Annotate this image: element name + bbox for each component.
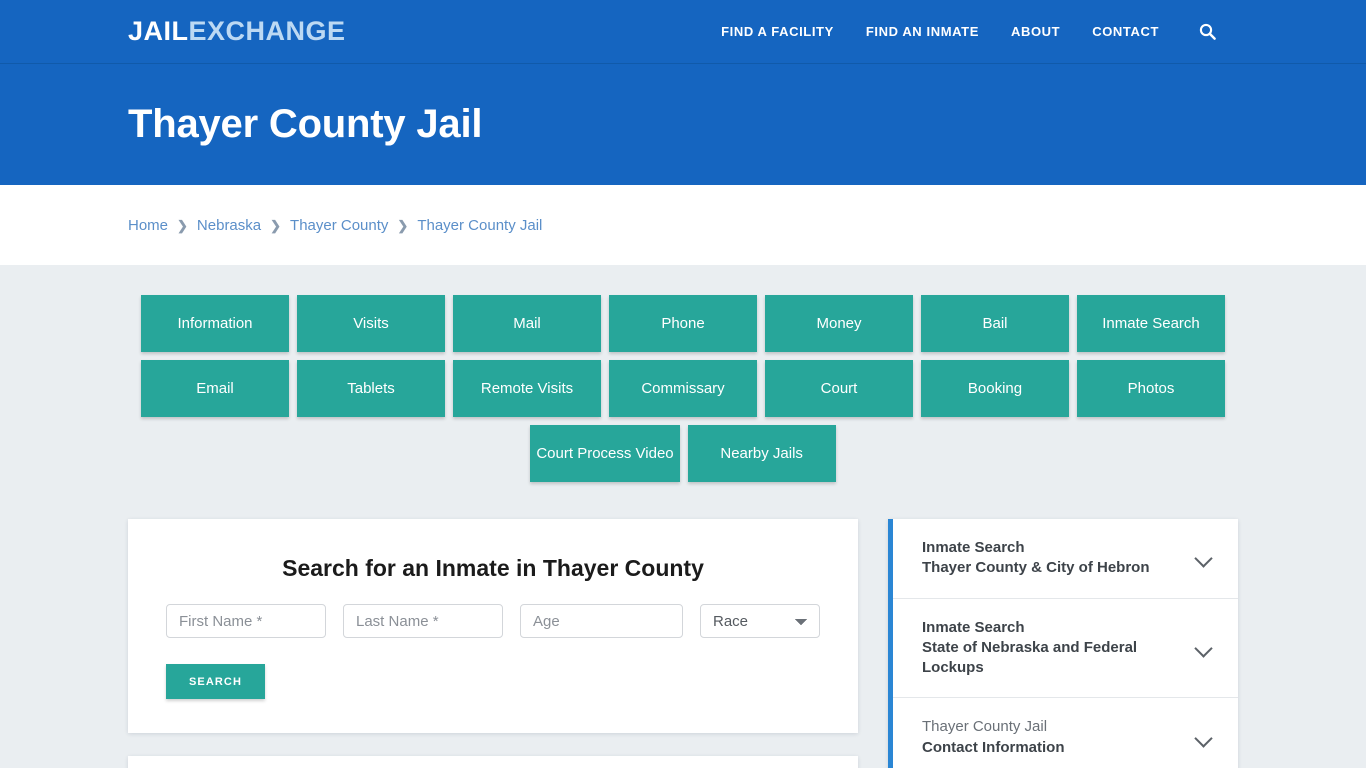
breadcrumb-separator-icon: ❯ [397,217,409,233]
accordion-item-inmate-search-county[interactable]: Inmate Search Thayer County & City of He… [893,519,1238,599]
breadcrumb-item-thayer-county-jail[interactable]: Thayer County Jail [417,217,542,234]
last-name-input[interactable] [343,604,503,638]
page-title: Thayer County Jail [128,102,483,146]
chevron-down-icon [1194,732,1214,744]
nav-item-about[interactable]: ABOUT [1011,24,1060,39]
tile-photos[interactable]: Photos [1077,360,1225,417]
main-content: Information Visits Mail Phone Money Bail… [0,265,1366,768]
tile-commissary[interactable]: Commissary [609,360,757,417]
nav-item-find-a-facility[interactable]: FIND A FACILITY [721,24,834,39]
accordion-item-contact-information[interactable]: Thayer County Jail Contact Information [893,698,1238,768]
tile-mail[interactable]: Mail [453,295,601,352]
tile-nearby-jails[interactable]: Nearby Jails [687,425,836,482]
facility-topic-tiles: Information Visits Mail Phone Money Bail… [128,265,1238,482]
header-search-button[interactable] [1199,23,1216,40]
age-input[interactable] [520,604,683,638]
main-column: Search for an Inmate in Thayer County Ra… [128,519,858,768]
content-columns: Search for an Inmate in Thayer County Ra… [128,519,1238,768]
accordion-item-text: Inmate Search Thayer County & City of He… [922,538,1150,579]
accordion-item-line1: Thayer County Jail [922,718,1048,736]
accordion-item-text: Thayer County Jail Contact Information [922,717,1065,758]
nav-item-find-an-inmate[interactable]: FIND AN INMATE [866,24,979,39]
tile-court-process-video[interactable]: Court Process Video [530,425,680,482]
tile-remote-visits[interactable]: Remote Visits [453,360,601,417]
logo-text-primary: JAIL [128,16,189,46]
accordion-item-line1: Inmate Search [922,618,1025,636]
breadcrumb-item-nebraska[interactable]: Nebraska [197,217,261,234]
tile-booking[interactable]: Booking [921,360,1069,417]
inmate-search-title: Search for an Inmate in Thayer County [282,555,704,581]
tile-inmate-search[interactable]: Inmate Search [1077,295,1225,352]
breadcrumb-separator-icon: ❯ [270,217,282,233]
search-icon [1199,23,1216,40]
accordion-item-line2: State of Nebraska and Federal Lockups [922,638,1138,676]
accordion-item-line2: Thayer County & City of Hebron [922,559,1150,577]
first-name-input[interactable] [166,604,326,638]
sidebar-accordion: Inmate Search Thayer County & City of He… [888,519,1238,768]
tile-phone[interactable]: Phone [609,295,757,352]
tile-money[interactable]: Money [765,295,913,352]
inmate-search-card: Search for an Inmate in Thayer County Ra… [128,519,858,733]
tile-email[interactable]: Email [141,360,289,417]
chevron-down-icon [1194,642,1214,654]
site-header: JAILEXCHANGE FIND A FACILITY FIND AN INM… [0,0,1366,64]
inmate-search-submit-button[interactable]: SEARCH [166,664,265,699]
accordion-item-inmate-search-state[interactable]: Inmate Search State of Nebraska and Fede… [893,599,1238,699]
tile-bail[interactable]: Bail [921,295,1069,352]
logo-text-secondary: EXCHANGE [188,16,346,46]
tile-court[interactable]: Court [765,360,913,417]
jail-information-card: Thayer County Jail Information [128,756,858,768]
inmate-search-fields: Race [148,604,838,638]
accordion-item-line2: Contact Information [922,738,1065,756]
breadcrumb-separator-icon: ❯ [177,217,188,233]
nav-item-contact[interactable]: CONTACT [1092,24,1159,39]
site-logo[interactable]: JAILEXCHANGE [128,18,346,45]
sidebar-column: Inmate Search Thayer County & City of He… [888,519,1238,768]
tile-visits[interactable]: Visits [297,295,445,352]
race-select[interactable]: Race [700,604,820,638]
breadcrumb-item-home[interactable]: Home [128,217,168,234]
accordion-item-line1: Inmate Search [922,539,1025,556]
main-navigation: FIND A FACILITY FIND AN INMATE ABOUT CON… [721,23,1216,40]
tile-tablets[interactable]: Tablets [297,360,445,417]
hero-banner: Thayer County Jail [0,64,1366,185]
tile-information[interactable]: Information [141,295,289,352]
breadcrumb-band: Home ❯ Nebraska ❯ Thayer County ❯ Thayer… [0,185,1366,265]
accordion-item-text: Inmate Search State of Nebraska and Fede… [922,618,1184,679]
chevron-down-icon [1194,552,1214,564]
breadcrumb: Home ❯ Nebraska ❯ Thayer County ❯ Thayer… [128,217,542,234]
breadcrumb-item-thayer-county[interactable]: Thayer County [290,217,388,234]
